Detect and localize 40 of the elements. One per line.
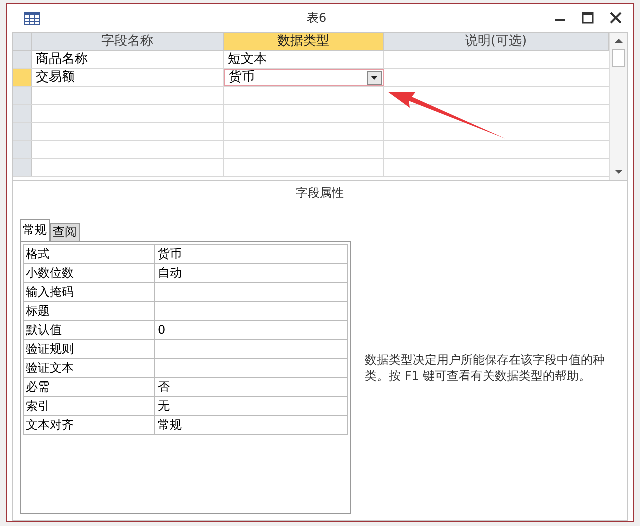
property-name: 索引 — [24, 397, 155, 415]
row-selector[interactable] — [13, 69, 32, 86]
row-selector[interactable] — [13, 87, 32, 104]
dropdown-button[interactable] — [367, 70, 382, 84]
table-cell[interactable]: 交易额 — [32, 69, 224, 86]
property-value[interactable]: 常规 — [155, 416, 347, 434]
row-selector[interactable] — [13, 51, 32, 68]
window-title: 表6 — [307, 10, 327, 27]
tab[interactable]: 常规 — [20, 219, 50, 241]
caret-icon — [371, 76, 378, 80]
scrollbar[interactable] — [609, 33, 627, 180]
property-name: 验证规则 — [24, 340, 155, 358]
table-icon — [24, 12, 40, 24]
row-selector[interactable] — [13, 141, 32, 158]
scroll-thumb[interactable] — [612, 49, 625, 67]
data-type-dropdown[interactable]: 货币 — [224, 69, 384, 86]
property-name: 验证文本 — [24, 359, 155, 377]
tab[interactable]: 查阅 — [50, 223, 80, 241]
property-name: 格式 — [24, 245, 155, 263]
table-cell[interactable]: 短文本 — [224, 51, 384, 68]
close-icon[interactable] — [609, 11, 623, 25]
property-value[interactable]: 0 — [155, 321, 347, 339]
property-name: 小数位数 — [24, 264, 155, 282]
section-title: 字段属性 — [295, 185, 345, 202]
help-text: 数据类型决定用户所能保存在该字段中值的种类。按 F1 键可查看有关数据类型的帮助。 — [365, 352, 606, 385]
property-value[interactable]: 货币 — [155, 245, 347, 263]
property-name: 标题 — [24, 302, 155, 320]
row-selector[interactable] — [13, 123, 32, 140]
property-value[interactable]: 自动 — [155, 264, 347, 282]
row-selector[interactable] — [13, 105, 32, 122]
property-value[interactable]: 无 — [155, 397, 347, 415]
maximize-icon[interactable] — [581, 11, 595, 25]
property-name: 输入掩码 — [24, 283, 155, 301]
row-selector[interactable] — [13, 159, 32, 176]
column-header[interactable]: 数据类型 — [224, 33, 384, 50]
property-name: 文本对齐 — [24, 416, 155, 434]
property-name: 必需 — [24, 378, 155, 396]
property-name: 默认值 — [24, 321, 155, 339]
table-cell[interactable]: 商品名称 — [32, 51, 224, 68]
property-value[interactable]: 否 — [155, 378, 347, 396]
